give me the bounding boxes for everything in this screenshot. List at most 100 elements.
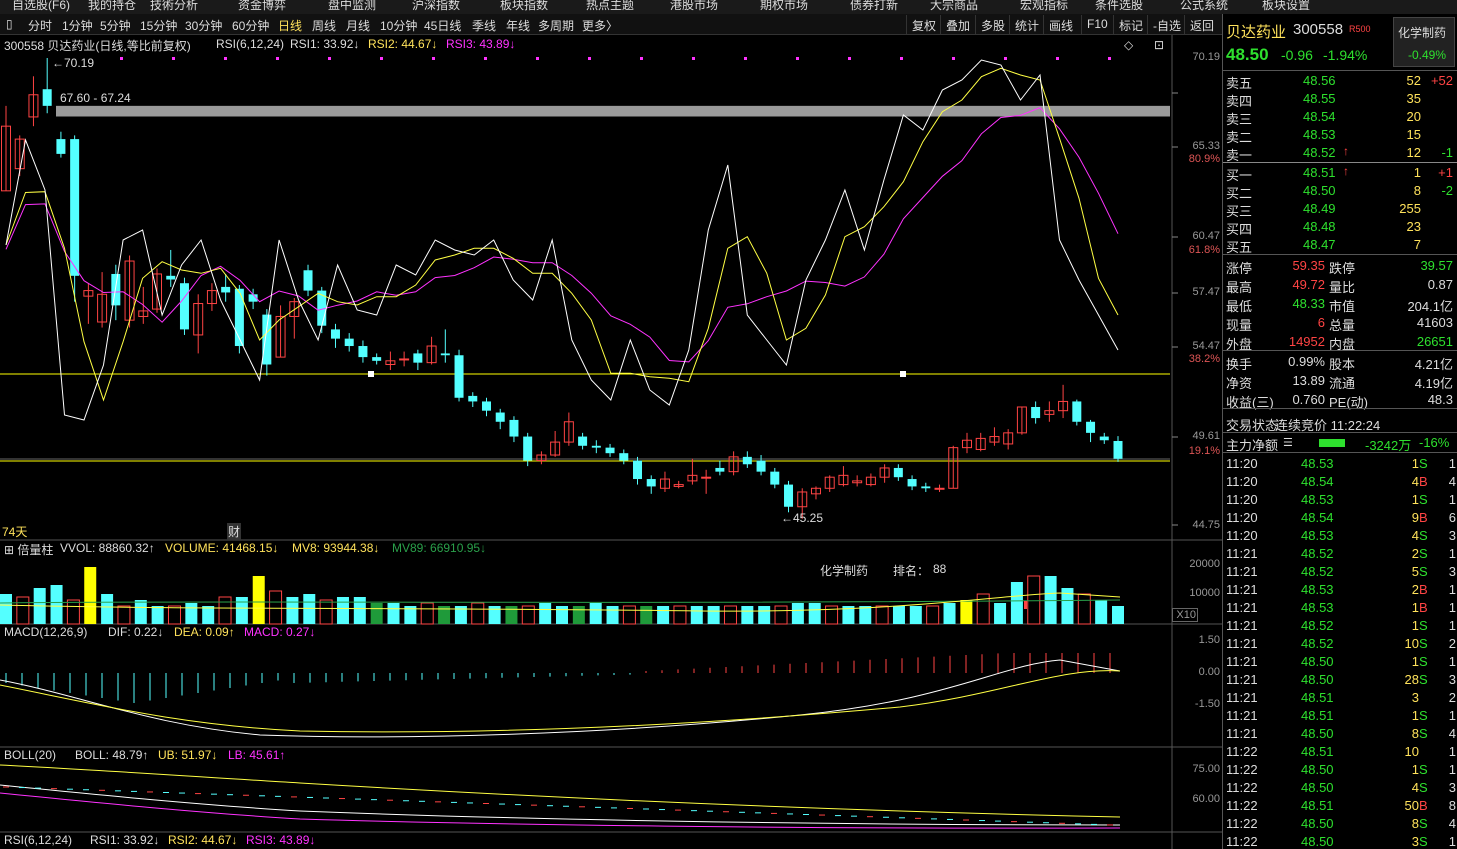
ask-volume: 35: [1406, 91, 1421, 106]
stat-row: 外盘 14952 内盘 26651: [1223, 333, 1457, 352]
candle-body: [481, 401, 491, 411]
event-marker: [952, 57, 955, 60]
period-tab[interactable]: 分时: [28, 17, 52, 34]
period-tab[interactable]: 1分钟: [62, 17, 93, 34]
candle-body: [262, 314, 272, 365]
top-menu-item[interactable]: 我的持仓: [88, 0, 136, 13]
top-menu-item[interactable]: 技術分析: [150, 0, 198, 13]
period-tab[interactable]: 45日线: [424, 17, 461, 34]
top-menu-item[interactable]: 港股市场: [670, 0, 718, 13]
price-change: -0.96: [1281, 47, 1313, 63]
volume-bar: [134, 600, 147, 624]
tick-count: 3: [1448, 780, 1456, 795]
diamond-icon[interactable]: ◇: [1124, 38, 1133, 52]
stat-label: 换手: [1226, 357, 1253, 372]
period-tab[interactable]: 日线: [278, 17, 302, 34]
dea-label: DEA: 0.09↑: [174, 625, 235, 639]
tick-time: 11:20: [1226, 492, 1258, 507]
period-tab[interactable]: 30分钟: [185, 17, 222, 34]
main-flow-row[interactable]: 主力净额 ☰ -3242万 -16%: [1223, 434, 1457, 453]
period-tab[interactable]: 周线: [312, 17, 336, 34]
ask-volume: 15: [1406, 127, 1421, 142]
period-tab[interactable]: 5分钟: [100, 17, 131, 34]
top-menu-item[interactable]: 条件选股: [1095, 0, 1143, 13]
main-flow-bar: [1319, 439, 1345, 447]
tick-time: 11:20: [1226, 510, 1258, 525]
tick-volume: 4: [1411, 474, 1419, 489]
price-axis-tick: 54.47: [1192, 340, 1220, 352]
period-tab[interactable]: 月线: [346, 17, 370, 34]
stat-label: 股本: [1329, 357, 1356, 372]
period-tab[interactable]: 10分钟: [380, 17, 417, 34]
finance-marker[interactable]: 财: [227, 523, 242, 540]
volume-bar: [556, 606, 568, 624]
list-icon: ☰: [1283, 437, 1293, 449]
candle-body: [1072, 401, 1082, 422]
toolbar-button[interactable]: 多股: [975, 15, 1010, 34]
toolbar-button[interactable]: 返回: [1184, 15, 1219, 34]
ask-row: 卖五 48.56 52 +52: [1223, 72, 1457, 91]
period-tab[interactable]: 60分钟: [232, 17, 269, 34]
toolbar-button[interactable]: 画线: [1043, 15, 1078, 34]
top-menu-item[interactable]: 板块设置: [1262, 0, 1310, 13]
period-tab[interactable]: 季线: [472, 17, 496, 34]
macd-title: MACD(12,26,9): [4, 625, 88, 639]
tick-time: 11:21: [1226, 654, 1258, 669]
macd-axis-tick: 1.50: [1198, 634, 1220, 646]
trade-status-row: 交易状态: 连续竞价 11:22:24: [1223, 414, 1457, 433]
ub-label: UB: 51.97↓: [158, 748, 218, 762]
top-menu-item[interactable]: 板块指数: [500, 0, 548, 13]
volume-bar: [286, 597, 299, 624]
tick-row: 11:21 48.53 2 B 1: [1223, 581, 1457, 599]
tick-price: 48.52: [1301, 618, 1334, 633]
rsi-bottom-rsi2: RSI2: 44.67↓: [168, 833, 238, 847]
tick-count: 3: [1448, 564, 1456, 579]
stock-name: 贝达药业: [1226, 24, 1287, 41]
period-tab[interactable]: 年线: [506, 17, 530, 34]
top-menu-item[interactable]: 债券打新: [850, 0, 898, 13]
tick-price: 48.53: [1301, 600, 1334, 615]
top-menu-item[interactable]: 沪深指数: [412, 0, 460, 13]
candle-body: [1031, 406, 1041, 419]
top-menu-item[interactable]: 宏观指标: [1020, 0, 1068, 13]
volume-bar: [707, 606, 720, 624]
toolbar-button[interactable]: 复权: [906, 15, 941, 34]
tick-row: 11:21 48.52 1 S 1: [1223, 617, 1457, 635]
up-arrow-icon: ↑: [1343, 144, 1349, 158]
window-icon[interactable]: ⊡: [1154, 38, 1164, 52]
toolbar-button[interactable]: 标记: [1113, 15, 1148, 34]
stat-value: 48.3: [1427, 392, 1453, 407]
tick-count: 1: [1448, 708, 1456, 723]
rsi-params-label: RSI(6,12,24): [216, 37, 285, 51]
period-tab[interactable]: 多周期: [538, 17, 574, 34]
sidebar-toggle-icon[interactable]: ▯: [6, 17, 13, 31]
tick-row: 11:21 48.51 3 2: [1223, 689, 1457, 707]
tick-count: 4: [1448, 726, 1456, 741]
candle-body: [701, 476, 712, 479]
volume-bar: [791, 603, 804, 624]
period-tab[interactable]: 15分钟: [140, 17, 177, 34]
volume-bar: [690, 606, 703, 624]
candle-body: [934, 487, 945, 490]
kline-chart[interactable]: [0, 35, 1222, 849]
top-menu-item[interactable]: 资金博弈: [238, 0, 286, 13]
tick-time: 11:21: [1226, 672, 1258, 687]
tick-price: 48.50: [1301, 834, 1334, 849]
toolbar-button[interactable]: F10: [1081, 15, 1113, 34]
candle-body: [179, 283, 189, 330]
top-menu-item[interactable]: 热点主题: [586, 0, 634, 13]
top-menu-item[interactable]: 盘中监测: [328, 0, 376, 13]
period-tab[interactable]: 更多〉: [582, 17, 618, 34]
toolbar-button[interactable]: 统计: [1009, 15, 1044, 34]
top-menu-item[interactable]: 公式系统: [1180, 0, 1228, 13]
top-menu-item[interactable]: 期权市场: [760, 0, 808, 13]
candle-body: [330, 329, 340, 339]
top-menu-item[interactable]: 大宗商品: [930, 0, 978, 13]
top-menu-item[interactable]: 自选股(F6): [12, 0, 70, 13]
event-marker: [640, 57, 643, 60]
toolbar-button[interactable]: 叠加: [940, 15, 975, 34]
last-price: 48.50: [1226, 45, 1269, 64]
event-marker: [276, 57, 279, 60]
volume-label: VOLUME: 41468.15↓: [165, 541, 279, 555]
toolbar-button[interactable]: -自选: [1147, 15, 1186, 34]
